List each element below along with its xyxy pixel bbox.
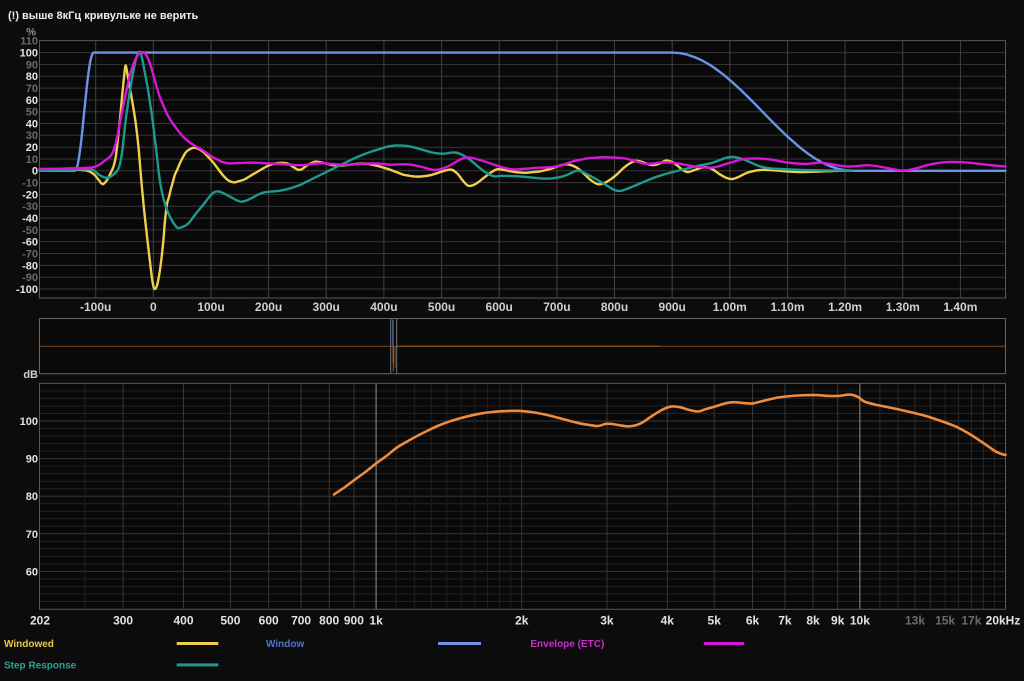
svg-text:-100: -100 <box>16 284 38 296</box>
svg-text:5k: 5k <box>708 613 722 627</box>
svg-text:60: 60 <box>26 95 38 107</box>
svg-text:60: 60 <box>26 566 38 578</box>
svg-text:-90: -90 <box>22 272 38 284</box>
svg-text:100: 100 <box>20 416 38 428</box>
svg-text:-10: -10 <box>22 178 38 190</box>
svg-text:10: 10 <box>26 154 38 166</box>
svg-text:1.00m: 1.00m <box>713 300 747 314</box>
svg-text:900u: 900u <box>659 300 686 314</box>
svg-text:50: 50 <box>26 107 38 119</box>
svg-text:8k: 8k <box>806 613 820 627</box>
svg-text:(!) выше 8кГц кривульке не вер: (!) выше 8кГц кривульке не верить <box>8 10 199 22</box>
svg-text:2k: 2k <box>515 613 529 627</box>
svg-text:-80: -80 <box>22 260 38 272</box>
svg-text:-40: -40 <box>22 213 38 225</box>
svg-text:100: 100 <box>20 48 38 60</box>
svg-text:Step Response: Step Response <box>4 661 77 672</box>
svg-text:1.30m: 1.30m <box>886 300 920 314</box>
svg-text:4k: 4k <box>661 613 675 627</box>
svg-text:15k: 15k <box>935 613 955 627</box>
svg-text:-20: -20 <box>22 189 38 201</box>
svg-text:0: 0 <box>32 166 38 178</box>
svg-text:70: 70 <box>26 83 38 95</box>
svg-text:500u: 500u <box>428 300 455 314</box>
svg-text:400u: 400u <box>370 300 397 314</box>
svg-text:20: 20 <box>26 142 38 154</box>
svg-text:500: 500 <box>220 613 240 627</box>
svg-text:7k: 7k <box>778 613 792 627</box>
svg-text:400: 400 <box>173 613 193 627</box>
svg-text:1.20m: 1.20m <box>828 300 862 314</box>
svg-text:90: 90 <box>26 454 38 466</box>
svg-text:Windowed: Windowed <box>4 639 54 650</box>
svg-text:30: 30 <box>26 130 38 142</box>
svg-text:700: 700 <box>291 613 311 627</box>
svg-text:70: 70 <box>26 529 38 541</box>
svg-text:Envelope (ETC): Envelope (ETC) <box>530 639 604 650</box>
svg-text:-100u: -100u <box>80 300 111 314</box>
svg-text:200u: 200u <box>255 300 282 314</box>
svg-text:Window: Window <box>266 639 304 650</box>
svg-text:20kHz: 20kHz <box>986 613 1021 627</box>
svg-text:9k: 9k <box>831 613 845 627</box>
svg-text:600: 600 <box>259 613 279 627</box>
svg-text:-50: -50 <box>22 225 38 237</box>
svg-text:%: % <box>26 27 36 39</box>
svg-text:6k: 6k <box>746 613 760 627</box>
svg-text:0: 0 <box>150 300 157 314</box>
svg-text:1.10m: 1.10m <box>770 300 804 314</box>
svg-text:dB: dB <box>23 369 38 381</box>
svg-text:100u: 100u <box>197 300 224 314</box>
svg-text:13k: 13k <box>905 613 925 627</box>
svg-text:800: 800 <box>319 613 339 627</box>
svg-text:17k: 17k <box>961 613 981 627</box>
svg-text:40: 40 <box>26 118 38 130</box>
svg-text:800u: 800u <box>601 300 628 314</box>
svg-text:600u: 600u <box>486 300 513 314</box>
svg-text:80: 80 <box>26 491 38 503</box>
svg-text:90: 90 <box>26 59 38 71</box>
svg-text:202: 202 <box>30 613 50 627</box>
svg-text:10k: 10k <box>850 613 870 627</box>
svg-text:-70: -70 <box>22 248 38 260</box>
svg-text:-60: -60 <box>22 237 38 249</box>
svg-text:3k: 3k <box>600 613 614 627</box>
svg-text:700u: 700u <box>543 300 570 314</box>
svg-text:300u: 300u <box>313 300 340 314</box>
svg-text:900: 900 <box>344 613 364 627</box>
svg-text:80: 80 <box>26 71 38 83</box>
svg-text:300: 300 <box>113 613 133 627</box>
svg-text:1.40m: 1.40m <box>943 300 977 314</box>
svg-text:-30: -30 <box>22 201 38 213</box>
svg-text:1k: 1k <box>369 613 383 627</box>
